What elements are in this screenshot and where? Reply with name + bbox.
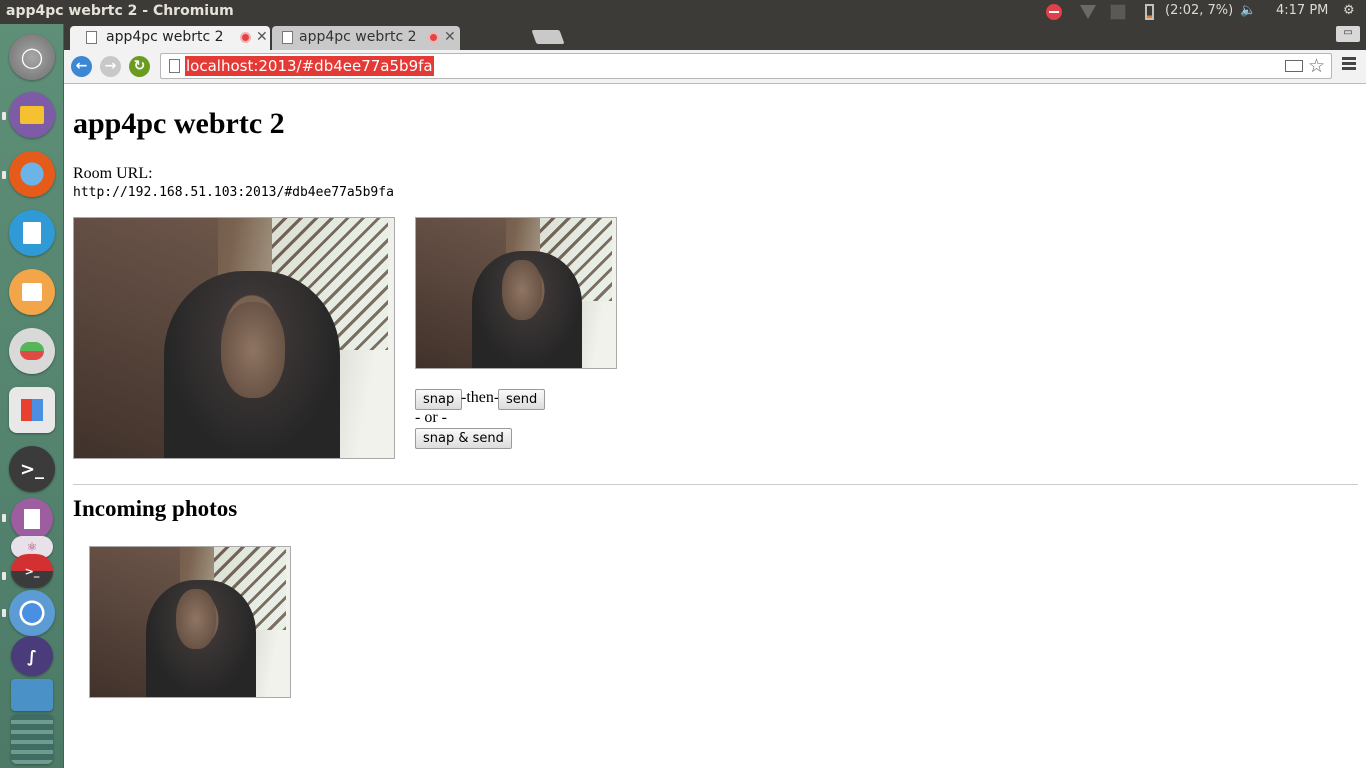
wifi-icon[interactable] xyxy=(1080,5,1096,19)
window-title: app4pc webrtc 2 - Chromium xyxy=(6,3,234,19)
camera-icon[interactable] xyxy=(1285,60,1303,72)
recording-icon xyxy=(240,32,251,43)
battery-status[interactable]: (2:02, 7%) xyxy=(1165,3,1233,18)
profile-icon[interactable]: ▭ xyxy=(1336,26,1360,42)
unity-tweak-icon[interactable] xyxy=(9,387,55,433)
launcher: ◯ >_ ⚛ >_ ∫ xyxy=(0,24,64,768)
tab-inactive[interactable]: app4pc webrtc 2 ✕ xyxy=(272,26,460,50)
clock[interactable]: 4:17 PM xyxy=(1276,3,1328,18)
browser-toolbar: ← → ↻ localhost:2013/#db4ee77a5b9fa ☆ xyxy=(64,50,1366,84)
firefox-icon[interactable] xyxy=(9,151,55,197)
do-not-disturb-icon[interactable] xyxy=(1046,4,1062,20)
libreoffice-writer-icon[interactable] xyxy=(9,210,55,256)
chromium-icon[interactable] xyxy=(9,590,55,636)
running-indicator xyxy=(2,572,6,580)
tab-strip: app4pc webrtc 2 ✕ app4pc webrtc 2 ✕ ▭ xyxy=(64,24,1366,50)
local-video xyxy=(73,217,395,459)
tab-title: app4pc webrtc 2 xyxy=(106,29,224,45)
running-indicator xyxy=(2,609,6,617)
or-text: - or - xyxy=(415,409,447,426)
incoming-photos-heading: Incoming photos xyxy=(73,496,238,521)
reload-button[interactable]: ↻ xyxy=(129,56,150,77)
page-title: app4pc webrtc 2 xyxy=(73,107,285,140)
battery-icon[interactable] xyxy=(1145,4,1154,20)
software-center-icon[interactable] xyxy=(9,269,55,315)
page-icon xyxy=(86,31,97,44)
system-settings-icon[interactable] xyxy=(9,328,55,374)
snap-button[interactable]: snap xyxy=(415,389,463,410)
section-divider xyxy=(73,484,1358,485)
new-tab-button[interactable] xyxy=(531,30,565,44)
workspaces-icon[interactable] xyxy=(11,679,53,711)
url-text[interactable]: localhost:2013/#db4ee77a5b9fa xyxy=(185,56,434,76)
then-text: -then- xyxy=(461,389,500,406)
running-indicator xyxy=(2,171,6,179)
text-editor-icon[interactable] xyxy=(11,498,53,540)
volume-icon[interactable]: 🔈 xyxy=(1240,3,1256,18)
address-bar[interactable]: localhost:2013/#db4ee77a5b9fa ☆ xyxy=(160,53,1332,79)
page-content: app4pc webrtc 2 Room URL: http://192.168… xyxy=(65,85,1366,768)
session-gear-icon[interactable]: ⚙ xyxy=(1343,3,1355,18)
snapshot-preview xyxy=(415,217,617,369)
menu-icon[interactable] xyxy=(1342,57,1356,72)
running-indicator xyxy=(2,112,6,120)
room-url-label: Room URL: xyxy=(73,165,153,182)
forward-button[interactable]: → xyxy=(100,56,121,77)
tab-title: app4pc webrtc 2 xyxy=(299,29,417,45)
emacs-icon[interactable]: ∫ xyxy=(11,636,53,676)
incoming-photo xyxy=(89,546,291,698)
terminal-icon[interactable]: >_ xyxy=(9,446,55,492)
recording-icon xyxy=(428,32,439,43)
bookmark-star-icon[interactable]: ☆ xyxy=(1308,55,1325,77)
top-panel: app4pc webrtc 2 - Chromium (2:02, 7%) 🔈 … xyxy=(0,0,1366,24)
close-tab-icon[interactable]: ✕ xyxy=(256,26,268,48)
ubuntu-dash-icon[interactable]: ◯ xyxy=(9,34,55,80)
trash-icon[interactable] xyxy=(11,714,53,764)
snap-and-send-button[interactable]: snap & send xyxy=(415,428,512,449)
back-button[interactable]: ← xyxy=(71,56,92,77)
page-info-icon[interactable] xyxy=(169,59,180,73)
tab-active[interactable]: app4pc webrtc 2 ✕ xyxy=(70,26,270,50)
files-icon[interactable] xyxy=(9,92,55,138)
terminal-2-icon[interactable]: >_ xyxy=(11,554,53,588)
keyboard-layout-icon[interactable] xyxy=(1110,4,1126,20)
close-tab-icon[interactable]: ✕ xyxy=(444,26,456,48)
send-button[interactable]: send xyxy=(498,389,546,410)
running-indicator xyxy=(2,514,6,522)
room-url: http://192.168.51.103:2013/#db4ee77a5b9f… xyxy=(73,185,394,200)
page-icon xyxy=(282,31,293,44)
